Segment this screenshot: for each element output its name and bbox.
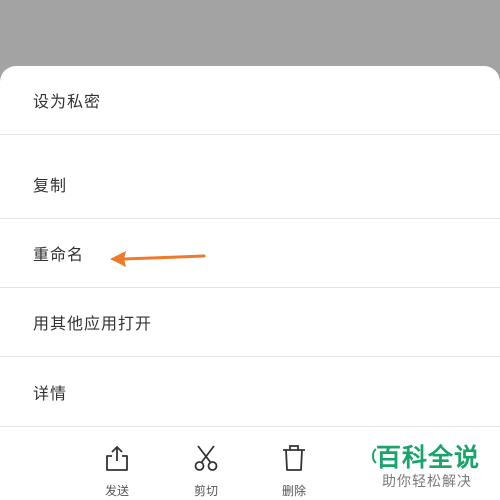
- menu-item-label: 详情: [33, 384, 68, 403]
- watermark-title: 百科全说: [376, 443, 481, 472]
- menu-item-set-private[interactable]: 设为私密: [0, 66, 500, 135]
- send-button[interactable]: 发送: [87, 428, 147, 500]
- scissors-icon: [194, 445, 218, 471]
- menu-item-copy[interactable]: 复制: [0, 150, 500, 219]
- tool-label: 剪切: [193, 484, 218, 498]
- annotation-arrow-icon: [110, 251, 206, 267]
- watermark-subtitle: 助你轻松解决: [382, 474, 472, 490]
- menu-item-details[interactable]: 详情: [0, 358, 500, 427]
- menu-item-label: 重命名: [33, 245, 85, 264]
- trash-icon: [283, 445, 305, 471]
- dimmed-background[interactable]: [0, 0, 500, 70]
- cut-button[interactable]: 剪切: [176, 428, 236, 500]
- tool-label: 删除: [281, 484, 306, 498]
- share-icon: [106, 446, 128, 471]
- delete-button[interactable]: 删除: [264, 428, 324, 500]
- menu-item-label: 设为私密: [33, 92, 102, 111]
- tool-label: 发送: [104, 484, 129, 498]
- menu-item-label: 用其他应用打开: [33, 314, 153, 333]
- menu-item-rename[interactable]: 重命名: [0, 219, 500, 288]
- menu-item-open-with[interactable]: 用其他应用打开: [0, 288, 500, 357]
- watermark-logo: 百科全说 助你轻松解决: [368, 434, 500, 500]
- menu-item-label: 复制: [33, 176, 68, 195]
